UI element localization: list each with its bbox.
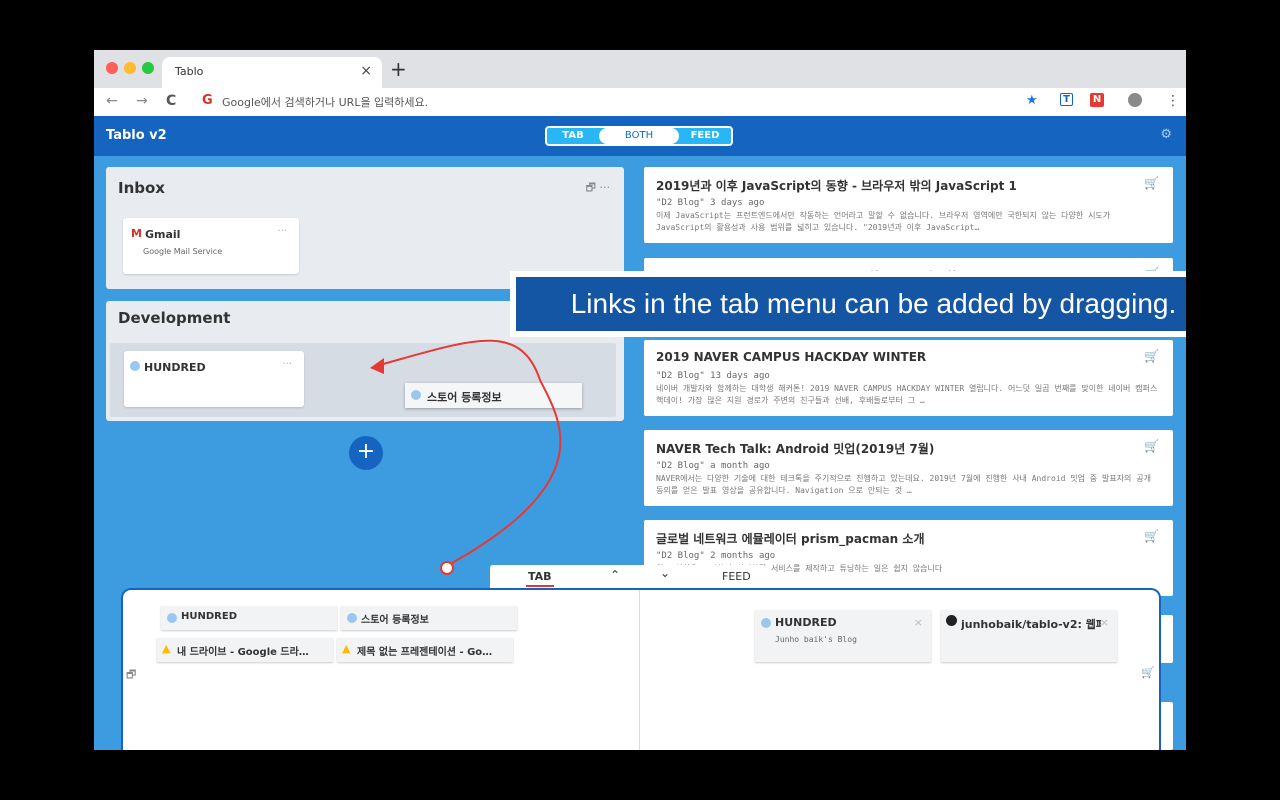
gmail-icon: M bbox=[131, 227, 142, 240]
tab-popup-panel: 🗗 🛒 HUNDRED 스토어 등록정보 ▲ 내 드라이브 - Google 드라… ▲… bbox=[121, 588, 1161, 750]
gmail-description: Google Mail Service bbox=[143, 247, 223, 256]
open-tab-chip[interactable]: 스토어 등록정보 bbox=[341, 606, 517, 630]
open-tab-chip[interactable]: HUNDRED bbox=[161, 606, 337, 630]
collapse-down-icon[interactable]: ⌄ bbox=[660, 566, 670, 580]
open-tab-title: 스토어 등록정보 bbox=[361, 615, 429, 626]
feed-item-chip[interactable]: junhobaik/tablo-v2: 웹페이 × bbox=[941, 610, 1117, 662]
cart-icon[interactable]: 🛒 bbox=[1144, 349, 1159, 363]
forward-icon[interactable]: → bbox=[136, 93, 148, 109]
maximize-window-icon[interactable] bbox=[142, 62, 154, 74]
hundred-icon bbox=[130, 361, 140, 371]
drive-icon: ▲ bbox=[342, 642, 351, 655]
hundred-icon bbox=[167, 613, 177, 623]
address-bar-row: ← → C G Google에서 검색하거나 URL을 입력하세요. ★ T N… bbox=[94, 88, 1186, 116]
hundred-icon bbox=[411, 390, 421, 400]
browser-tab-title: Tablo bbox=[175, 65, 204, 78]
view-mode-toggle: TAB BOTH FEED bbox=[545, 126, 733, 146]
browser-window: Tablo × + ← → C G Google에서 검색하거나 URL을 입력… bbox=[94, 50, 1186, 750]
cart-icon[interactable]: 🛒 bbox=[1141, 666, 1155, 679]
feed-card-source: "D2 Blog" 2 months ago bbox=[656, 551, 776, 561]
close-icon[interactable]: × bbox=[914, 616, 923, 629]
drag-origin-marker bbox=[440, 561, 454, 575]
settings-gear-icon[interactable]: ⚙ bbox=[1160, 127, 1172, 142]
feed-card-source: "D2 Blog" a month ago bbox=[656, 461, 770, 471]
mode-both-button[interactable]: BOTH bbox=[599, 128, 679, 144]
app-title: Tablo v2 bbox=[106, 128, 167, 143]
drive-icon: ▲ bbox=[162, 642, 171, 655]
feed-item-title: HUNDRED bbox=[775, 616, 837, 629]
tab-close-icon[interactable]: × bbox=[360, 63, 372, 79]
instruction-banner: Links in the tab menu can be added by dr… bbox=[510, 271, 1186, 337]
hundred-title: HUNDRED bbox=[144, 361, 206, 374]
new-tab-button[interactable]: + bbox=[390, 57, 407, 81]
dragging-link-title: 스토어 등록정보 bbox=[427, 391, 502, 404]
open-tab-title: 제목 없는 프레젠테이션 - Go… bbox=[357, 647, 493, 658]
feed-card-description: 이제 JavaScript는 프런트엔드에서만 작동하는 언어라고 말할 수 없… bbox=[656, 211, 1111, 232]
back-icon[interactable]: ← bbox=[106, 93, 118, 109]
cart-icon[interactable]: 🛒 bbox=[1144, 439, 1159, 453]
profile-avatar[interactable] bbox=[1128, 93, 1142, 107]
feed-card[interactable]: 2019년과 이후 JavaScript의 동향 - 브라우저 밖의 JavaS… bbox=[644, 167, 1173, 243]
feed-card-title: NAVER Tech Talk: Android 밋업(2019년 7월) bbox=[656, 442, 935, 456]
feed-card[interactable]: NAVER Tech Talk: Android 밋업(2019년 7월) "D2… bbox=[644, 430, 1173, 506]
active-tab-underline bbox=[526, 585, 554, 587]
mode-feed-button[interactable]: FEED bbox=[679, 128, 731, 144]
dragging-link-ghost[interactable]: 스토어 등록정보 bbox=[405, 383, 582, 408]
tablo-extension-icon[interactable]: T bbox=[1060, 93, 1073, 106]
open-tab-title: 내 드라이브 - Google 드라… bbox=[177, 647, 309, 658]
development-title: Development bbox=[118, 309, 231, 327]
instruction-text: Links in the tab menu can be added by dr… bbox=[516, 277, 1186, 331]
github-icon bbox=[946, 615, 957, 626]
close-window-icon[interactable] bbox=[106, 62, 118, 74]
feed-card-description: 네이버 개발자와 함께하는 대학생 해커톤! 2019 NAVER CAMPUS… bbox=[656, 384, 1158, 405]
inbox-tools-icon[interactable]: 🗗 ··· bbox=[586, 179, 610, 198]
google-icon: G bbox=[202, 93, 213, 108]
reload-icon[interactable]: C bbox=[166, 93, 176, 109]
app-header: Tablo v2 TAB BOTH FEED ⚙ bbox=[94, 116, 1186, 156]
address-input[interactable]: Google에서 검색하거나 URL을 입력하세요. bbox=[222, 94, 428, 110]
feed-item-chip[interactable]: HUNDRED Junho baik's Blog × bbox=[755, 610, 931, 662]
add-group-button[interactable]: + bbox=[349, 436, 383, 470]
gmail-link-card[interactable]: M Gmail Google Mail Service ··· bbox=[123, 218, 299, 274]
feed-card-source: "D2 Blog" 3 days ago bbox=[656, 198, 765, 208]
inbox-title: Inbox bbox=[118, 179, 165, 197]
popup-feed-label[interactable]: FEED bbox=[722, 570, 751, 583]
hundred-link-card[interactable]: HUNDRED ··· bbox=[124, 351, 304, 407]
open-tab-chip[interactable]: ▲ 내 드라이브 - Google 드라… bbox=[157, 638, 333, 662]
mode-tab-button[interactable]: TAB bbox=[547, 128, 599, 144]
card-more-icon[interactable]: ··· bbox=[282, 359, 292, 370]
popup-tab-header: TAB ⌃ ⌄ FEED bbox=[490, 565, 766, 589]
browser-tab[interactable]: Tablo × bbox=[162, 57, 382, 88]
feed-card-title: 2019년과 이후 JavaScript의 동향 - 브라우저 밖의 JavaS… bbox=[656, 179, 1017, 193]
close-icon[interactable]: × bbox=[1100, 616, 1109, 629]
open-tab-title: HUNDRED bbox=[181, 611, 237, 622]
feed-card[interactable]: 2019 NAVER CAMPUS HACKDAY WINTER "D2 Blog… bbox=[644, 340, 1173, 416]
cart-icon[interactable]: 🛒 bbox=[1144, 176, 1159, 190]
gmail-title: Gmail bbox=[145, 228, 181, 241]
card-more-icon[interactable]: ··· bbox=[277, 226, 287, 237]
feed-item-title: junhobaik/tablo-v2: 웹페이 bbox=[961, 618, 1101, 631]
window-icon[interactable]: 🗗 bbox=[126, 666, 136, 685]
minimize-window-icon[interactable] bbox=[124, 62, 136, 74]
cart-icon[interactable]: 🛒 bbox=[1144, 529, 1159, 543]
hundred-icon bbox=[761, 618, 771, 628]
hundred-icon bbox=[347, 613, 357, 623]
feed-item-subtitle: Junho baik's Blog bbox=[775, 635, 857, 644]
tab-strip: Tablo × + bbox=[94, 50, 1186, 88]
open-tab-chip[interactable]: ▲ 제목 없는 프레젠테이션 - Go… bbox=[337, 638, 513, 662]
popup-divider bbox=[639, 590, 640, 750]
feed-card-description: NAVER에서는 다양한 기술에 대한 테크톡을 주기적으로 진행하고 있는데요… bbox=[656, 474, 1151, 495]
collapse-up-icon[interactable]: ⌃ bbox=[610, 568, 620, 582]
browser-menu-icon[interactable]: ⋮ bbox=[1166, 93, 1180, 109]
feed-card-title: 글로벌 네트워크 에뮬레이터 prism_pacman 소개 bbox=[656, 532, 925, 546]
feed-card-source: "D2 Blog" 13 days ago bbox=[656, 371, 770, 381]
feed-card-title: 2019 NAVER CAMPUS HACKDAY WINTER bbox=[656, 350, 927, 364]
naver-extension-icon[interactable]: N bbox=[1090, 93, 1104, 107]
popup-tab-label[interactable]: TAB bbox=[528, 570, 552, 583]
bookmark-star-icon[interactable]: ★ bbox=[1026, 93, 1038, 108]
